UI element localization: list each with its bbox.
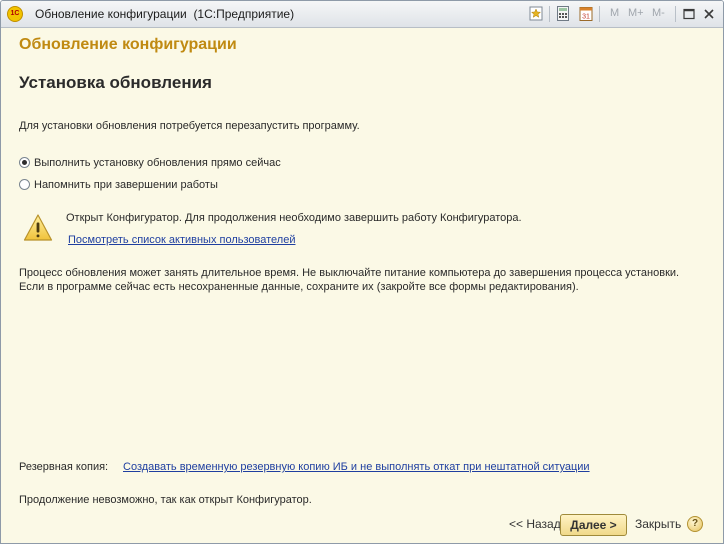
backup-label: Резервная копия: [19, 461, 109, 473]
bookmark-icon[interactable] [529, 6, 543, 21]
calendar-icon[interactable]: 31 [579, 6, 593, 21]
main-window: 1С Обновление конфигурации (1С:Предприят… [0, 0, 724, 544]
status-message: Продолжение невозможно, так как открыт К… [19, 494, 312, 506]
info-line-2: Если в программе сейчас есть несохраненн… [19, 281, 579, 293]
warning-triangle-icon [23, 214, 53, 241]
install-now-label[interactable]: Выполнить установку обновления прямо сей… [34, 157, 281, 169]
back-button[interactable]: << Назад [509, 517, 561, 531]
remind-on-exit-label[interactable]: Напомнить при завершении работы [34, 179, 218, 191]
svg-text:31: 31 [582, 14, 590, 21]
form-title: Обновление конфигурации [19, 36, 237, 53]
memory-minus-button[interactable]: M- [652, 7, 665, 19]
calculator-icon[interactable] [556, 6, 570, 21]
window-subtitle: (1С:Предприятие) [193, 7, 295, 21]
maximize-icon[interactable] [681, 6, 697, 22]
remind-on-exit-radio[interactable] [19, 179, 30, 190]
memory-plus-button[interactable]: M+ [628, 7, 644, 19]
toolbar-separator [675, 6, 676, 22]
app-logo-icon[interactable]: 1С [7, 6, 23, 22]
next-button[interactable]: Далее > [560, 514, 627, 536]
warning-text: Открыт Конфигуратор. Для продолжения нео… [66, 212, 522, 224]
close-icon[interactable] [701, 6, 717, 22]
info-line-1: Процесс обновления может занять длительн… [19, 267, 680, 279]
close-button[interactable]: Закрыть [635, 517, 681, 531]
section-title: Установка обновления [19, 73, 212, 92]
active-users-link[interactable]: Посмотреть список активных пользователей [68, 234, 296, 246]
toolbar-separator [599, 6, 600, 22]
toolbar-separator [549, 6, 550, 22]
window-title: Обновление конфигурации (1С:Предприятие) [35, 7, 294, 21]
memory-button[interactable]: M [610, 7, 619, 19]
install-now-radio[interactable] [19, 157, 30, 168]
title-bar[interactable]: 1С Обновление конфигурации (1С:Предприят… [1, 1, 723, 28]
window-title-text: Обновление конфигурации [35, 7, 187, 21]
help-icon[interactable]: ? [687, 516, 703, 532]
backup-option-link[interactable]: Создавать временную резервную копию ИБ и… [123, 461, 590, 473]
restart-note: Для установки обновления потребуется пер… [19, 120, 360, 132]
